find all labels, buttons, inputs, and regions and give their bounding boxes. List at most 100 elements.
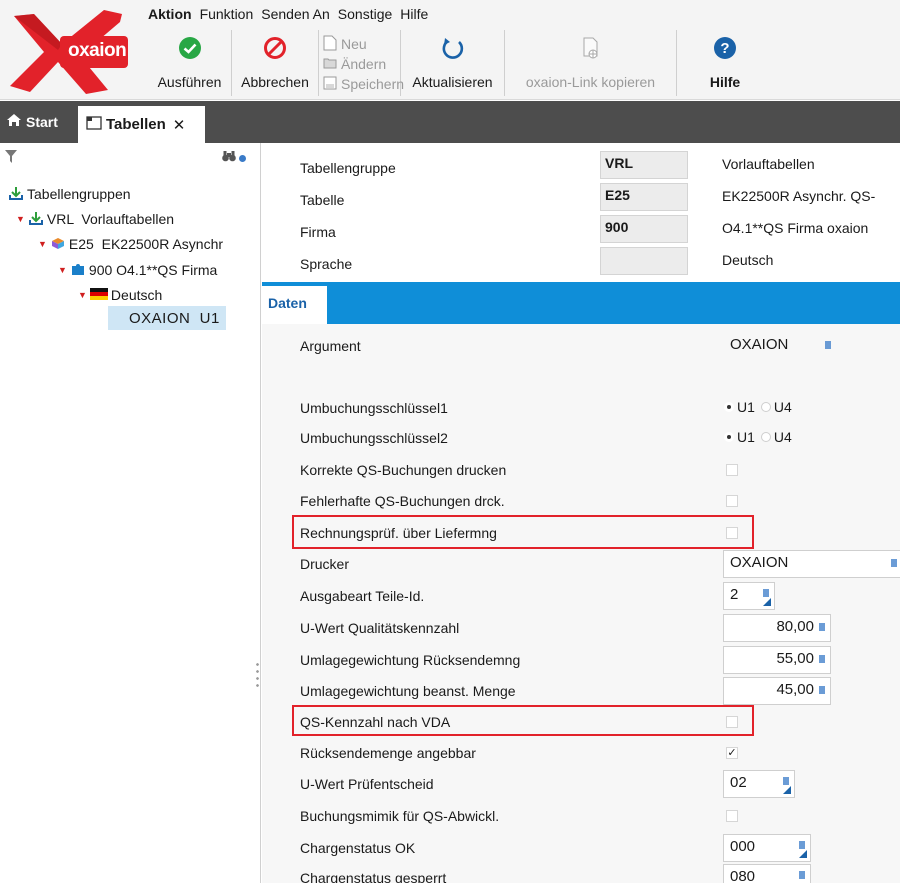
filter-icon[interactable]: [5, 150, 17, 166]
list-icon[interactable]: [799, 871, 805, 879]
run-label: Ausführen: [157, 74, 222, 90]
tree-label: Deutsch: [110, 287, 163, 303]
window-icon: [86, 115, 102, 134]
tree-item-deutsch[interactable]: ▼ Deutsch: [78, 284, 162, 306]
chargen-gesperrt-field[interactable]: 080: [723, 864, 811, 883]
argument-field: OXAION: [723, 332, 837, 360]
fehlerhafte-checkbox[interactable]: [726, 495, 738, 507]
tab-tabellen-label: Tabellen: [106, 116, 166, 133]
umlage-ruecksende-label: Umlagegewichtung Rücksendemng: [300, 652, 521, 668]
status-dot-icon: [239, 155, 246, 162]
list-icon[interactable]: [891, 559, 897, 567]
uwert-pruef-field[interactable]: 02: [723, 770, 795, 798]
expanded-caret-icon: ▼: [16, 214, 25, 224]
list-icon[interactable]: [819, 686, 825, 694]
row-ruecksende: Rücksendemenge angebbar ✓: [300, 737, 900, 767]
cancel-button[interactable]: Abbrechen: [232, 30, 319, 96]
field-label: Firma: [300, 224, 336, 240]
tab-daten[interactable]: Daten: [262, 286, 327, 324]
highlight-box: [292, 515, 754, 549]
argument-label: Argument: [300, 338, 361, 354]
save-icon: [323, 76, 337, 93]
tabelle-field: E25: [600, 183, 688, 211]
download-arrow-icon: [28, 210, 44, 229]
edit-group: Neu Ändern Speichern: [319, 30, 404, 96]
list-icon[interactable]: [825, 341, 831, 349]
list-icon[interactable]: [799, 841, 805, 849]
uwert-qualitaet-label: U-Wert Qualitätskennzahl: [300, 620, 460, 636]
new-button[interactable]: Neu: [323, 34, 394, 54]
tree-label: Tabellengruppen: [27, 186, 131, 202]
home-icon: [6, 113, 22, 130]
row-korrekte: Korrekte QS-Buchungen drucken: [300, 454, 900, 484]
navigation-tree-panel: Tabellengruppen ▼ VRL Vorlauftabellen ▼ …: [0, 143, 261, 883]
radio-u4[interactable]: U4: [760, 399, 792, 415]
folder-icon: [323, 56, 337, 72]
tree-item-e25[interactable]: ▼ E25 EK22500R Asynchr: [38, 233, 223, 255]
tree-label: VRL Vorlauftabellen: [46, 211, 175, 227]
list-icon[interactable]: [819, 623, 825, 631]
row-uwert-pruef: U-Wert Prüfentscheid 02: [300, 768, 900, 798]
expanded-caret-icon: ▼: [78, 290, 87, 300]
run-button[interactable]: Ausführen: [148, 30, 232, 96]
refresh-icon: [440, 36, 466, 65]
tree-label: E25 EK22500R Asynchr: [68, 236, 224, 252]
umlage-ruecksende-field[interactable]: 55,00: [723, 646, 831, 674]
korrekte-checkbox[interactable]: [726, 464, 738, 476]
refresh-button[interactable]: Aktualisieren: [401, 30, 505, 96]
list-icon[interactable]: [819, 655, 825, 663]
tree-item-oxaion-u1[interactable]: OXAION U1: [108, 306, 226, 330]
drucker-field[interactable]: OXAION: [723, 550, 900, 578]
chargen-gesperrt-label: Chargenstatus gesperrt: [300, 870, 447, 883]
row-umlage-ruecksende: Umlagegewichtung Rücksendemng 55,00: [300, 644, 900, 674]
menu-hilfe[interactable]: Hilfe: [400, 4, 428, 26]
download-arrow-icon: [8, 185, 24, 204]
close-icon[interactable]: ✕: [173, 116, 186, 134]
help-button[interactable]: ? Hilfe: [677, 30, 773, 96]
tree-item-firma[interactable]: ▼ 900 O4.1**QS Firma: [58, 259, 217, 281]
buchungsmimik-checkbox[interactable]: [726, 810, 738, 822]
row-fehlerhafte: Fehlerhafte QS-Buchungen drck.: [300, 485, 900, 515]
tab-tabellen[interactable]: Tabellen ✕: [78, 106, 205, 143]
menu-funktion[interactable]: Funktion: [200, 4, 254, 26]
tree-item-vrl[interactable]: ▼ VRL Vorlauftabellen: [16, 208, 174, 230]
umlage-beanst-field[interactable]: 45,00: [723, 677, 831, 705]
chargen-ok-field[interactable]: 000: [723, 834, 811, 862]
dropdown-corner-icon: [763, 598, 771, 606]
list-icon[interactable]: [783, 777, 789, 785]
field-description: EK22500R Asynchr. QS-: [722, 188, 876, 204]
row-umlage-beanst: Umlagegewichtung beanst. Menge 45,00: [300, 675, 900, 705]
row-umbuchung1: Umbuchungsschlüssel1 U1 U4: [300, 392, 900, 422]
radio-u1[interactable]: U1: [724, 429, 755, 445]
ausgabeart-field[interactable]: 2: [723, 582, 775, 610]
tree-item-tabellengruppen[interactable]: Tabellengruppen: [8, 183, 131, 205]
edit-button[interactable]: Ändern: [323, 54, 394, 74]
check-circle-icon: [178, 36, 202, 63]
buchungsmimik-label: Buchungsmimik für QS-Abwickl.: [300, 808, 500, 824]
field-label: Tabelle: [300, 192, 345, 208]
radio-u1[interactable]: U1: [724, 399, 755, 415]
field-label: Tabellengruppe: [300, 160, 396, 176]
row-chargen-ok: Chargenstatus OK 000: [300, 832, 900, 862]
row-umbuchung2: Umbuchungsschlüssel2 U1 U4: [300, 422, 900, 452]
umbuchung1-radio-group: U1 U4: [724, 399, 792, 415]
cancel-label: Abbrechen: [241, 74, 309, 90]
tab-start[interactable]: Start: [6, 113, 58, 130]
copy-link-button[interactable]: oxaion-Link kopieren: [505, 30, 677, 96]
uwert-qualitaet-field[interactable]: 80,00: [723, 614, 831, 642]
table-cube-icon: [50, 236, 66, 253]
binocular-icon[interactable]: [222, 150, 236, 165]
menu-senden-an[interactable]: Senden An: [261, 4, 330, 26]
ruecksende-checkbox[interactable]: ✓: [726, 747, 738, 759]
save-button[interactable]: Speichern: [323, 74, 404, 94]
menu-sonstige[interactable]: Sonstige: [338, 4, 392, 26]
radio-u4[interactable]: U4: [760, 429, 792, 445]
splitter-handle[interactable]: [256, 661, 259, 689]
menu-bar: Aktion Funktion Senden An Sonstige Hilfe: [148, 4, 428, 26]
logo-text: oxaion: [68, 40, 127, 61]
puzzle-icon: [70, 261, 86, 280]
umbuchung2-label: Umbuchungsschlüssel2: [300, 430, 448, 446]
list-icon[interactable]: [763, 589, 769, 597]
data-form: Argument OXAION Umbuchungsschlüssel1 U1 …: [262, 324, 900, 883]
menu-aktion[interactable]: Aktion: [148, 4, 192, 26]
